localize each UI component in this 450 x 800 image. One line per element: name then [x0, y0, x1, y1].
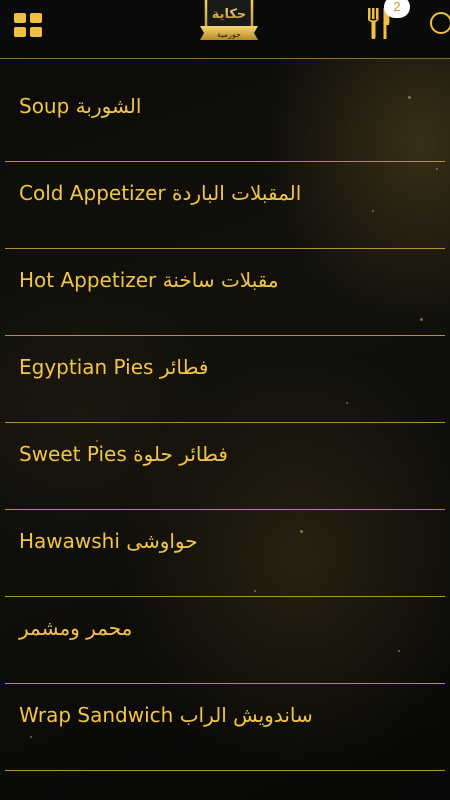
category-item-sweet-pies[interactable]: Sweet Pies فطائر حلوة	[5, 423, 445, 510]
grid-menu-icon[interactable]	[14, 13, 42, 37]
category-label: Egyptian Pies فطائر	[19, 355, 209, 379]
category-label: Hawawshi حواوشى	[19, 529, 198, 553]
category-item-egyptian-pies[interactable]: Egyptian Pies فطائر	[5, 336, 445, 423]
category-label: Wrap Sandwich ساندويش الراب	[19, 703, 313, 727]
category-item-hawawshi[interactable]: Hawawshi حواوشى	[5, 510, 445, 597]
category-label: Hot Appetizer مقبلات ساخنة	[19, 268, 279, 292]
category-item-mohammar-moshammar[interactable]: محمر ومشمر	[5, 597, 445, 684]
logo-subtitle: جورمية	[217, 30, 241, 39]
search-icon[interactable]	[428, 10, 450, 36]
category-label: Cold Appetizer المقبلات الباردة	[19, 181, 302, 205]
restaurant-logo[interactable]: حكاية جورمية	[198, 0, 260, 52]
category-item-soup[interactable]: Soup الشوربة	[5, 75, 445, 162]
app-header: حكاية جورمية 2	[0, 0, 450, 59]
category-list: Soup الشوربة Cold Appetizer المقبلات الب…	[5, 75, 445, 771]
cart-count-badge: 2	[384, 0, 410, 18]
category-item-wrap-sandwich[interactable]: Wrap Sandwich ساندويش الراب	[5, 684, 445, 771]
category-label: Sweet Pies فطائر حلوة	[19, 442, 228, 466]
category-item-hot-appetizer[interactable]: Hot Appetizer مقبلات ساخنة	[5, 249, 445, 336]
category-label: محمر ومشمر	[19, 616, 133, 640]
category-item-cold-appetizer[interactable]: Cold Appetizer المقبلات الباردة	[5, 162, 445, 249]
logo-title: حكاية	[212, 7, 247, 22]
category-label: Soup الشوربة	[19, 94, 142, 118]
